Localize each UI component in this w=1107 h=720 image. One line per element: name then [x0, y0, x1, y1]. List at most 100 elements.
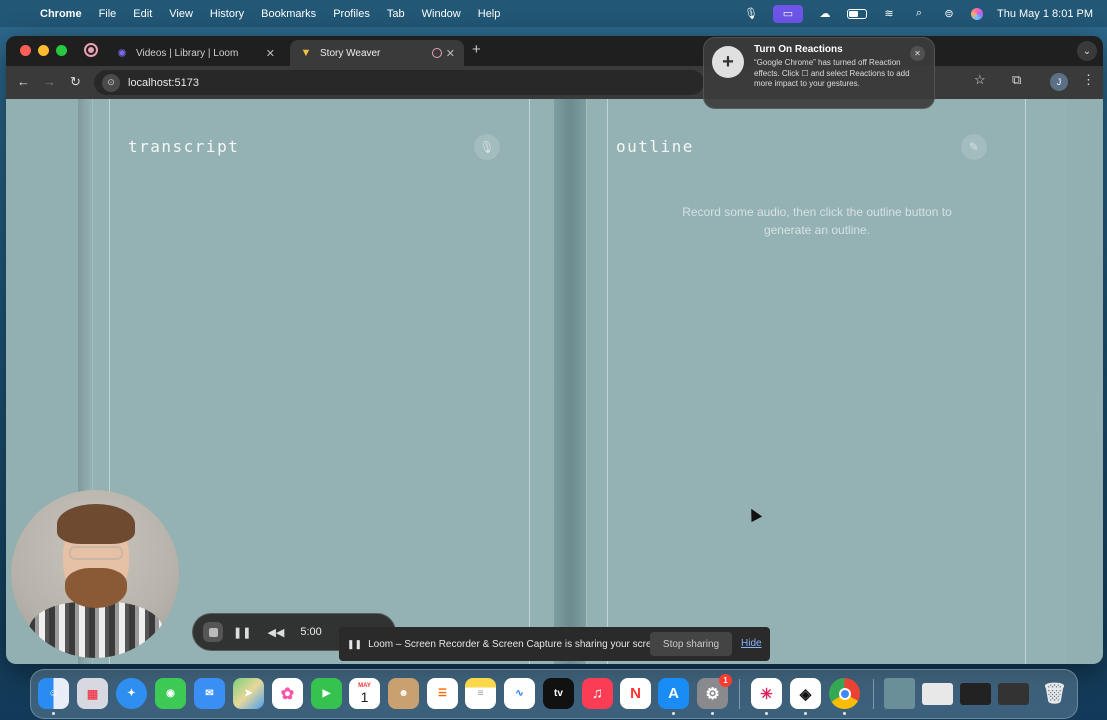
- messages-icon[interactable]: ◉: [155, 678, 186, 709]
- rewind-icon[interactable]: ◀◀: [267, 626, 284, 639]
- news-icon[interactable]: N: [620, 678, 651, 709]
- address-bar[interactable]: ⊙ localhost:5173: [94, 70, 704, 95]
- margin-line: [529, 99, 530, 664]
- appletv-label: tv: [554, 688, 563, 699]
- running-indicator: [711, 712, 714, 715]
- stop-recording-button[interactable]: [203, 622, 223, 642]
- screen-recording-icon[interactable]: ▭: [773, 4, 803, 23]
- stop-sharing-button[interactable]: Stop sharing: [650, 632, 732, 656]
- mail-icon[interactable]: ✉: [194, 678, 225, 709]
- new-tab-button[interactable]: +: [472, 41, 481, 58]
- forward-button[interactable]: →: [43, 74, 56, 89]
- tab-story-weaver[interactable]: ▼ Story Weaver ✕: [290, 40, 464, 66]
- reminders-icon[interactable]: ☰: [427, 678, 458, 709]
- freeform-icon[interactable]: ∿: [504, 678, 535, 709]
- maps-icon[interactable]: ➤: [233, 678, 264, 709]
- window-minimize-button[interactable]: [38, 45, 49, 56]
- control-center-icon[interactable]: ⊜: [941, 7, 957, 21]
- recording-indicator-icon: [84, 43, 98, 57]
- notes-icon[interactable]: ≡: [465, 678, 496, 709]
- menu-view[interactable]: View: [169, 8, 193, 20]
- close-tab-icon[interactable]: ✕: [266, 47, 275, 60]
- margin-line: [607, 99, 608, 664]
- notification-close-icon[interactable]: ✕: [910, 46, 925, 61]
- notification-body: “Google Chrome” has turned off Reaction …: [754, 58, 910, 88]
- webcam-person-hair: [57, 504, 135, 544]
- music-icon[interactable]: ♫: [582, 678, 613, 709]
- tab-search-icon[interactable]: ⌄: [1077, 41, 1097, 61]
- menu-bookmarks[interactable]: Bookmarks: [261, 8, 316, 20]
- trash-icon[interactable]: 🗑: [1039, 678, 1070, 709]
- menu-file[interactable]: File: [99, 8, 117, 20]
- menu-tab[interactable]: Tab: [387, 8, 405, 20]
- tab-loom-library[interactable]: ✺ Videos | Library | Loom ✕: [106, 40, 284, 66]
- settings-icon[interactable]: ⚙ 1: [697, 674, 732, 709]
- slack-icon[interactable]: ✳: [751, 678, 782, 709]
- webcam-person-shirt: [29, 602, 163, 658]
- appletv-icon[interactable]: tv: [543, 678, 574, 709]
- record-microphone-button[interactable]: 🎙: [474, 134, 500, 160]
- reactions-plus-icon: +: [712, 46, 744, 78]
- safari-icon[interactable]: ✦: [116, 678, 147, 709]
- bookmark-star-icon[interactable]: ☆: [974, 72, 986, 88]
- loom-favicon-icon: ✺: [117, 47, 127, 60]
- running-indicator: [843, 712, 846, 715]
- chrome-icon[interactable]: [829, 678, 860, 709]
- photos-icon[interactable]: ✿: [272, 678, 303, 709]
- folder-stack-icon[interactable]: [884, 678, 915, 709]
- generate-outline-button[interactable]: ✎: [961, 134, 987, 160]
- calendar-day: 1: [360, 688, 369, 705]
- margin-line: [1025, 99, 1026, 664]
- webcam-person-beard: [65, 568, 127, 608]
- chrome-menu-icon[interactable]: ⋮: [1082, 72, 1095, 88]
- running-indicator: [52, 712, 55, 715]
- menu-clock[interactable]: Thu May 1 8:01 PM: [997, 8, 1093, 20]
- notification-title: Turn On Reactions: [754, 44, 843, 55]
- spotlight-search-icon[interactable]: ⌕: [911, 7, 927, 21]
- reactions-notification[interactable]: + Turn On Reactions “Google Chrome” has …: [703, 37, 935, 109]
- loom-webcam-bubble[interactable]: [11, 490, 179, 658]
- outline-panel: outline ✎ Record some audio, then click …: [586, 99, 1066, 664]
- menu-window[interactable]: Window: [422, 8, 461, 20]
- reload-button[interactable]: ↻: [70, 74, 81, 90]
- site-info-icon[interactable]: ⊙: [102, 73, 120, 92]
- tab-recording-icon: [432, 48, 442, 58]
- tab-title: Videos | Library | Loom: [136, 47, 239, 59]
- menu-app-name[interactable]: Chrome: [40, 8, 82, 20]
- facetime-icon[interactable]: ▶: [311, 678, 342, 709]
- contacts-icon[interactable]: ☻: [388, 678, 419, 709]
- dock: ☺ ▦ ✦ ◉ ✉ ➤ ✿ ▶ MAY 1 ☻ ☰ ≡ ∿ tv ♫ N A ⚙…: [30, 669, 1078, 719]
- hide-sharing-link[interactable]: Hide: [741, 638, 762, 649]
- calendar-icon[interactable]: MAY 1: [349, 678, 380, 709]
- tab-strip: ✺ Videos | Library | Loom ✕ ▼ Story Weav…: [6, 36, 1103, 66]
- extensions-icon[interactable]: ⧉: [1012, 72, 1021, 88]
- window-zoom-button[interactable]: [56, 45, 67, 56]
- menu-bar: Chrome File Edit View History Bookmarks …: [0, 0, 1107, 27]
- recent-window-thumbnail[interactable]: [998, 683, 1029, 705]
- unity-icon[interactable]: ◈: [790, 678, 821, 709]
- cloud-icon[interactable]: ☁: [817, 7, 833, 21]
- browser-toolbar: ← → ↻ ⊙ localhost:5173 ☆ ⧉ J ⋮: [6, 66, 1103, 99]
- microphone-icon[interactable]: 🎙: [743, 7, 759, 21]
- appstore-icon[interactable]: A: [658, 678, 689, 709]
- launchpad-icon[interactable]: ▦: [77, 678, 108, 709]
- back-button[interactable]: ←: [17, 74, 30, 89]
- pause-icon[interactable]: ❚❚: [233, 626, 251, 639]
- profile-avatar[interactable]: J: [1050, 73, 1068, 91]
- book-gutter: [554, 99, 586, 664]
- apple-menu-icon[interactable]: [14, 7, 26, 21]
- siri-icon[interactable]: [971, 7, 983, 20]
- battery-icon[interactable]: [847, 8, 867, 19]
- menu-history[interactable]: History: [210, 8, 244, 20]
- dock-separator: [873, 679, 874, 709]
- finder-icon[interactable]: ☺: [38, 678, 69, 709]
- close-tab-icon[interactable]: ✕: [446, 47, 455, 60]
- recent-window-thumbnail[interactable]: [960, 683, 991, 705]
- menu-edit[interactable]: Edit: [133, 8, 152, 20]
- menu-help[interactable]: Help: [478, 8, 501, 20]
- window-close-button[interactable]: [20, 45, 31, 56]
- recent-window-thumbnail[interactable]: [922, 683, 953, 705]
- wifi-icon[interactable]: ≋: [881, 7, 897, 21]
- url-text: localhost:5173: [128, 76, 199, 89]
- menu-profiles[interactable]: Profiles: [333, 8, 370, 20]
